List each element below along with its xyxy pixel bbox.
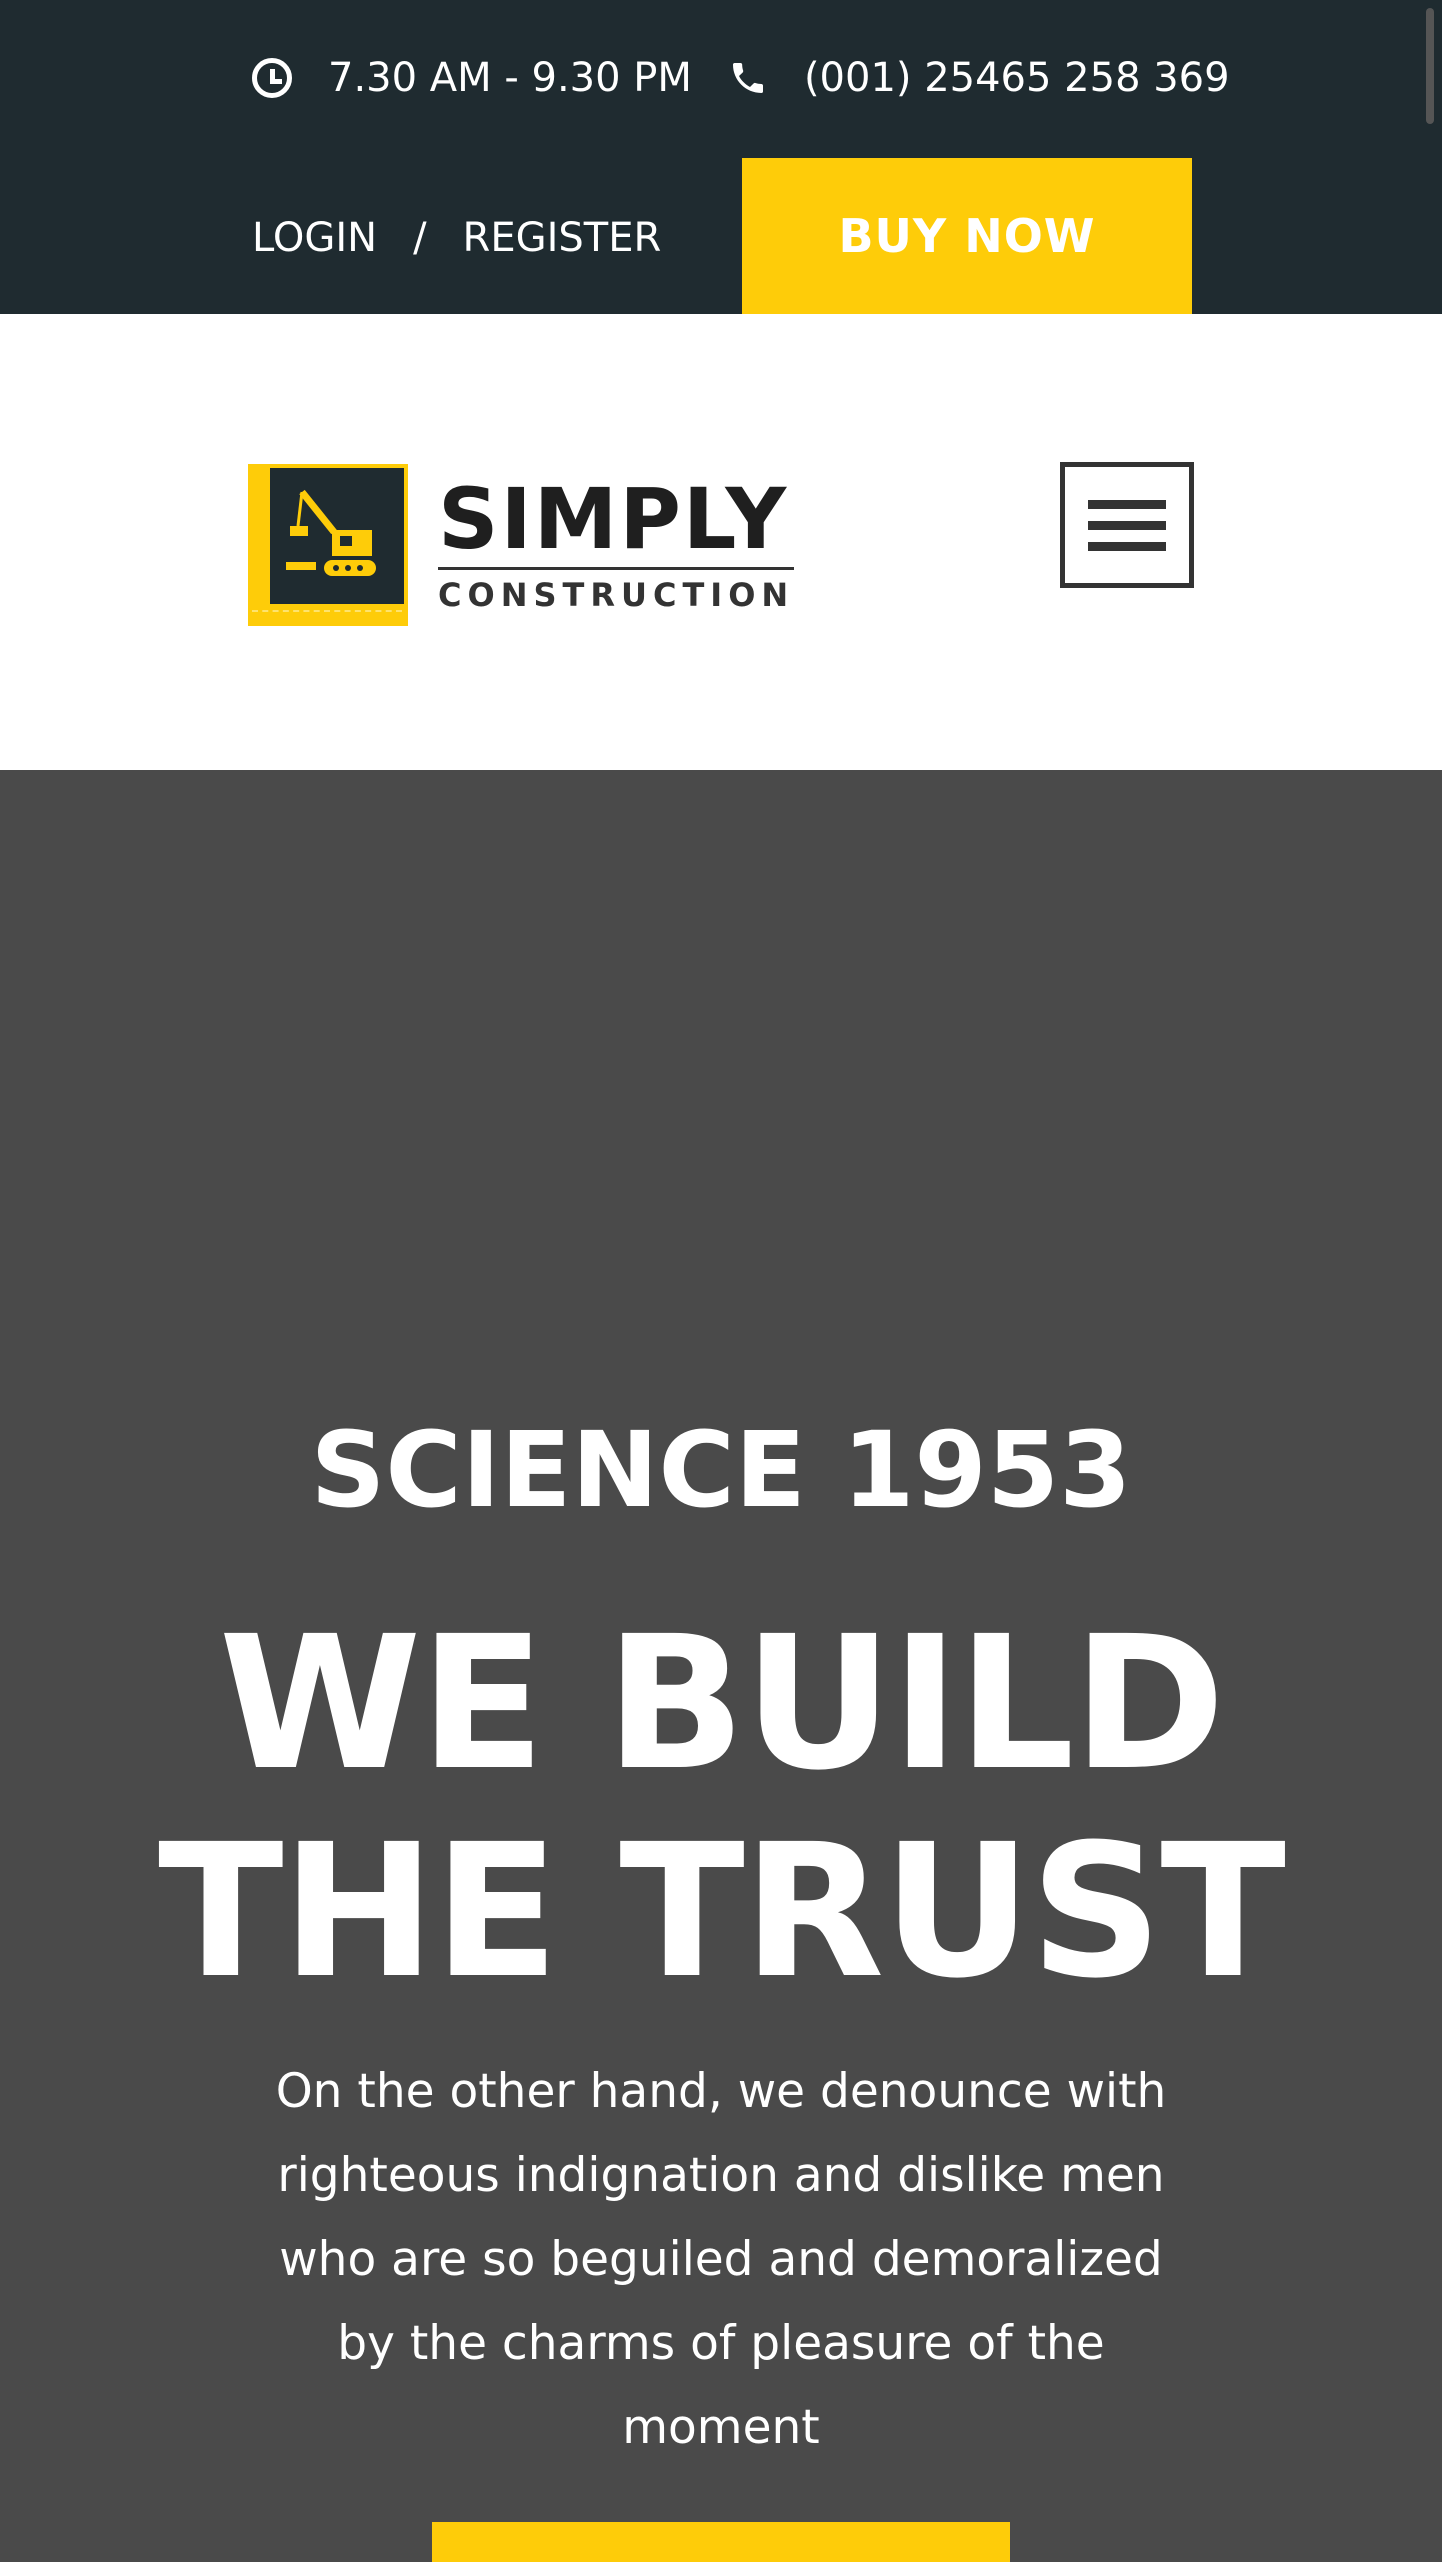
top-bar: 7.30 AM - 9.30 PM (001) 25465 258 369 LO…: [0, 0, 1442, 314]
hero-title: WE BUILD THE TRUST: [0, 1600, 1442, 2016]
login-link[interactable]: LOGIN: [252, 215, 377, 261]
logo-subtitle: CONSTRUCTION: [438, 566, 795, 614]
auth-links: LOGIN / REGISTER: [252, 198, 661, 278]
logo-title: SIMPLY: [438, 469, 789, 568]
clock-icon: [252, 58, 292, 98]
hero-description: On the other hand, we denounce with righ…: [275, 2064, 1167, 2455]
hamburger-icon-bar: [1088, 541, 1166, 551]
register-link[interactable]: REGISTER: [463, 215, 662, 261]
hamburger-icon-bar: [1088, 520, 1166, 530]
site-header: SIMPLY CONSTRUCTION: [0, 314, 1442, 770]
phone-icon: [728, 58, 768, 98]
hero-eyebrow: SCIENCE 1953: [310, 1409, 1132, 1531]
site-logo[interactable]: SIMPLY CONSTRUCTION: [248, 464, 795, 626]
hamburger-menu-button[interactable]: [1060, 462, 1194, 588]
hero-cta-button[interactable]: [432, 2522, 1010, 2562]
auth-separator: /: [413, 215, 427, 261]
crane-logo-icon: [248, 464, 408, 626]
phone-number[interactable]: (001) 25465 258 369: [804, 55, 1230, 101]
hero-title-line-2: THE TRUST: [158, 1805, 1286, 2019]
scrollbar[interactable]: [1426, 8, 1434, 124]
buy-now-button[interactable]: BUY NOW: [742, 158, 1192, 314]
opening-hours: 7.30 AM - 9.30 PM: [328, 55, 692, 101]
contact-info: 7.30 AM - 9.30 PM (001) 25465 258 369: [252, 48, 1230, 108]
hamburger-icon: [1088, 499, 1166, 509]
hero-section: SCIENCE 1953 WE BUILD THE TRUST On the o…: [0, 770, 1442, 2562]
hero-title-line-1: WE BUILD: [218, 1597, 1226, 1811]
